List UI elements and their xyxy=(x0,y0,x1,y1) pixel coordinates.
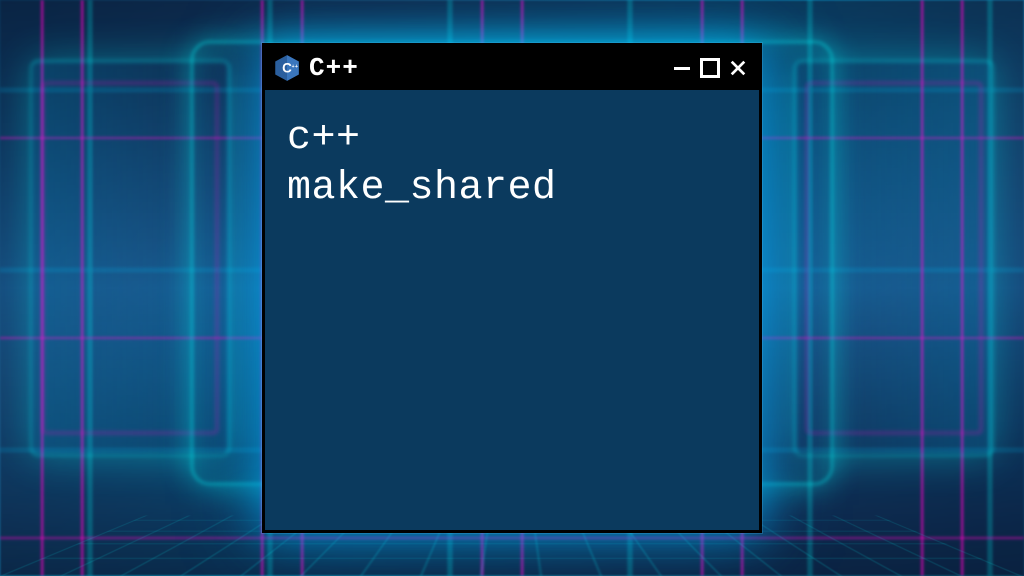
cpp-logo-icon: C + + xyxy=(273,54,301,82)
close-icon xyxy=(729,59,747,77)
close-button[interactable] xyxy=(727,57,749,79)
minimize-button[interactable] xyxy=(671,57,693,79)
titlebar[interactable]: C + + C++ xyxy=(265,46,759,90)
window-title: C++ xyxy=(309,53,663,83)
terminal-window: C + + C++ c++ make_shared xyxy=(262,43,762,533)
window-controls xyxy=(671,57,749,79)
terminal-content: c++ make_shared xyxy=(265,90,759,238)
svg-text:+: + xyxy=(292,64,295,70)
svg-text:+: + xyxy=(295,64,298,70)
content-line-1: c++ xyxy=(287,114,737,164)
svg-text:C: C xyxy=(282,60,292,75)
content-line-2: make_shared xyxy=(287,164,737,214)
maximize-button[interactable] xyxy=(699,57,721,79)
